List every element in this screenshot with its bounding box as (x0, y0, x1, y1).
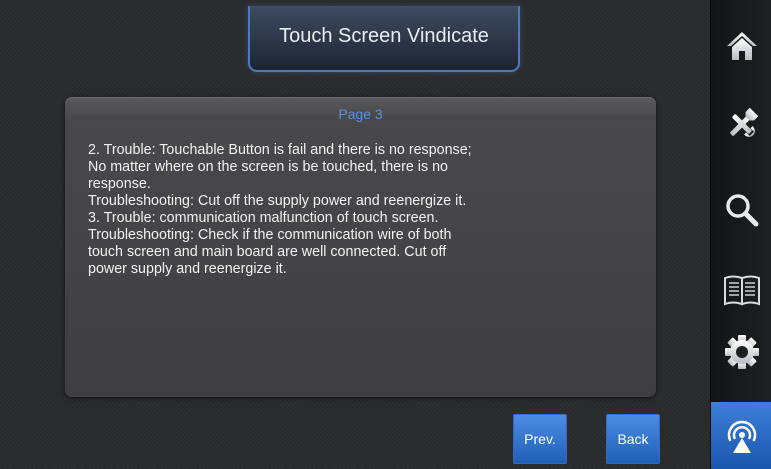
sidebar-item-tools[interactable] (711, 92, 771, 156)
text-line: 2. Trouble: Touchable Button is fail and… (88, 142, 472, 158)
gear-icon (723, 333, 761, 371)
back-button[interactable]: Back (606, 414, 660, 464)
content-panel: Page 3 2. Trouble: Touchable Button is f… (65, 97, 656, 397)
text-line: touch screen and main board are well con… (88, 244, 447, 260)
text-line: Troubleshooting: Check if the communicat… (88, 227, 452, 243)
text-line: power supply and reenergize it. (88, 261, 287, 277)
sidebar-item-home[interactable] (711, 14, 771, 78)
manual-book-icon (722, 272, 762, 308)
sidebar-item-manual[interactable] (711, 258, 771, 322)
prev-button[interactable]: Prev. (513, 414, 567, 464)
search-icon (723, 191, 761, 229)
sidebar-item-search[interactable] (711, 178, 771, 242)
tools-icon (722, 104, 762, 144)
sidebar (710, 0, 771, 469)
text-line: response. (88, 176, 151, 192)
page-title: Touch Screen Vindicate (248, 6, 520, 72)
sidebar-item-settings[interactable] (711, 320, 771, 384)
screen: Touch Screen Vindicate Page 3 2. Trouble… (0, 0, 771, 469)
troubleshooting-text: 2. Trouble: Touchable Button is fail and… (88, 142, 643, 278)
home-icon (723, 27, 761, 65)
page-label: Page 3 (338, 106, 383, 122)
sidebar-item-signal[interactable] (711, 402, 771, 469)
text-line: Troubleshooting: Cut off the supply powe… (88, 193, 467, 209)
signal-icon (722, 416, 762, 456)
text-line: 3. Trouble: communication malfunction of… (88, 210, 439, 226)
text-line: No matter where on the screen is be touc… (88, 159, 449, 175)
